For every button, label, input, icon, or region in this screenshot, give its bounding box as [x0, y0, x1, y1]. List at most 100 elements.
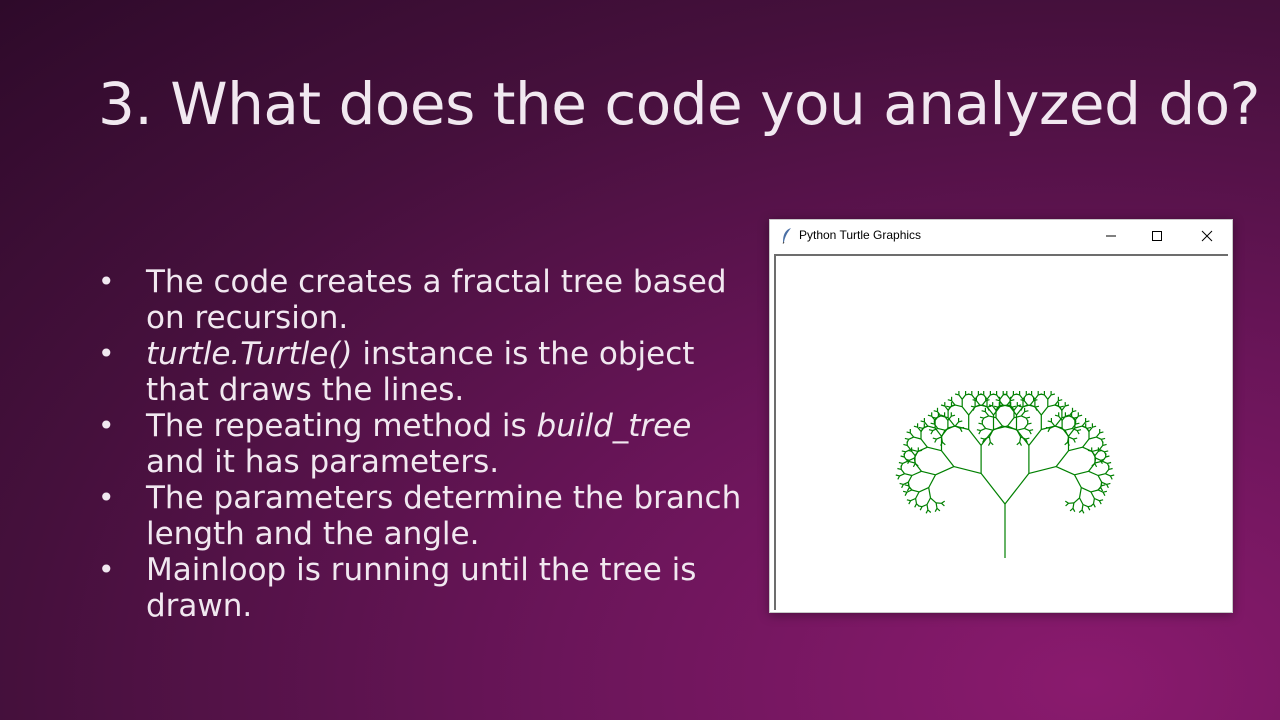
tree-branch [988, 415, 997, 419]
tree-branch [961, 394, 967, 400]
tree-branch [985, 427, 994, 431]
tree-branch [1064, 500, 1069, 504]
bullet-text: and it has parameters. [146, 444, 500, 480]
bullet-marker: • [98, 337, 115, 370]
tree-branch [935, 502, 938, 509]
bullet-text: The code creates a fractal tree based on… [146, 264, 727, 336]
window-title: Python Turtle Graphics [799, 228, 922, 242]
tree-branch [1095, 432, 1101, 438]
feather-icon [782, 228, 791, 244]
tree-branch [940, 441, 943, 446]
tree-branch [1068, 446, 1083, 452]
bullet-text: Mainloop is running until the tree is dr… [146, 552, 697, 624]
tree-branch [907, 475, 913, 483]
tree-branch [1023, 400, 1029, 406]
tree-branch [1095, 457, 1101, 461]
tree-branch [1019, 436, 1022, 443]
tree-branch [1088, 436, 1097, 440]
tree-branch [954, 421, 960, 427]
tree-branch [946, 405, 951, 408]
tree-branch [1098, 500, 1102, 505]
tree-branch [1087, 506, 1091, 511]
tree-branch [1013, 415, 1022, 419]
tree-branch [944, 425, 955, 431]
tree-branch [987, 441, 991, 446]
tree-branch [927, 446, 942, 452]
tree-branch [1047, 404, 1056, 408]
tree-branch [928, 429, 933, 432]
tree-branch [1064, 441, 1069, 446]
window-titlebar[interactable]: Python Turtle Graphics [770, 220, 1232, 251]
tree-branch [1034, 394, 1039, 400]
tree-branch [927, 425, 936, 429]
tree-branch [1104, 469, 1110, 475]
tree-branch [904, 437, 909, 440]
tree-branch [921, 470, 936, 476]
tree-branch [936, 436, 942, 440]
tree-branch [895, 474, 900, 477]
maximize-button[interactable] [1134, 220, 1180, 251]
slide-title: 3. What does the code you analyzed do? [98, 70, 1260, 138]
bullet-item: • turtle.Turtle() instance is the object … [98, 336, 758, 408]
tree-branch [1088, 462, 1096, 472]
tree-branch [1072, 502, 1075, 509]
minimize-button[interactable] [1088, 220, 1134, 251]
tree-branch [920, 438, 928, 448]
tree-branch [981, 423, 987, 429]
tree-branch [909, 432, 915, 438]
tree-branch [906, 445, 912, 450]
bullet-text: The repeating method is [146, 408, 537, 444]
turtle-canvas[interactable] [774, 254, 1228, 610]
tree-branch [1101, 481, 1107, 485]
tree-branch [910, 497, 916, 502]
tree-branch [902, 460, 908, 464]
tree-branch [906, 499, 911, 502]
tree-branch [1018, 405, 1023, 408]
tree-branch [930, 497, 937, 504]
turtle-window[interactable]: Python Turtle Graphics [769, 219, 1233, 613]
tree-branch [1109, 475, 1113, 480]
tree-branch [1073, 474, 1082, 488]
tree-branch [1047, 394, 1052, 400]
bullet-text: The parameters determine the branch leng… [146, 480, 742, 552]
tree-branch [1007, 417, 1015, 427]
tree-branch [1019, 394, 1024, 400]
tree-branch [1081, 504, 1084, 510]
tree-branch [1072, 438, 1076, 443]
tree-branch [912, 463, 916, 468]
tree-branch [954, 425, 969, 431]
tree-branch [1078, 509, 1083, 513]
tree-branch [934, 508, 938, 512]
close-button[interactable] [1184, 220, 1230, 251]
tree-branch [917, 446, 928, 452]
tree-branch [995, 417, 1003, 427]
tree-branch [961, 406, 970, 416]
tree-branch [914, 503, 918, 508]
tree-branch [1074, 470, 1089, 476]
tree-branch [941, 450, 955, 467]
tree-branch [940, 429, 946, 438]
tree-branch [899, 473, 905, 477]
bullet-item: • The code creates a fractal tree based o… [98, 264, 758, 336]
tree-branch [926, 497, 932, 505]
tree-branch [984, 411, 990, 417]
tree-branch [1043, 394, 1049, 400]
tree-branch [909, 457, 915, 461]
tree-branch [1006, 394, 1011, 400]
tree-branch [975, 400, 981, 406]
tree-branch [906, 487, 910, 492]
tree-branch [1055, 466, 1075, 476]
tree-branch [1097, 473, 1106, 477]
tree-branch [941, 502, 945, 507]
bullet-code-term: turtle.Turtle() [146, 336, 353, 372]
bullet-item: • The parameters determine the branch len… [98, 480, 758, 552]
tree-branch [976, 429, 981, 432]
tree-branch [901, 450, 906, 453]
tree-branch [935, 466, 955, 476]
tree-branch [918, 426, 923, 429]
tree-branch [921, 503, 928, 508]
bullet-list: • The code creates a fractal tree based o… [98, 264, 758, 624]
tree-branch [980, 473, 1006, 505]
tree-branch [928, 487, 932, 499]
tree-branch [1040, 406, 1049, 416]
